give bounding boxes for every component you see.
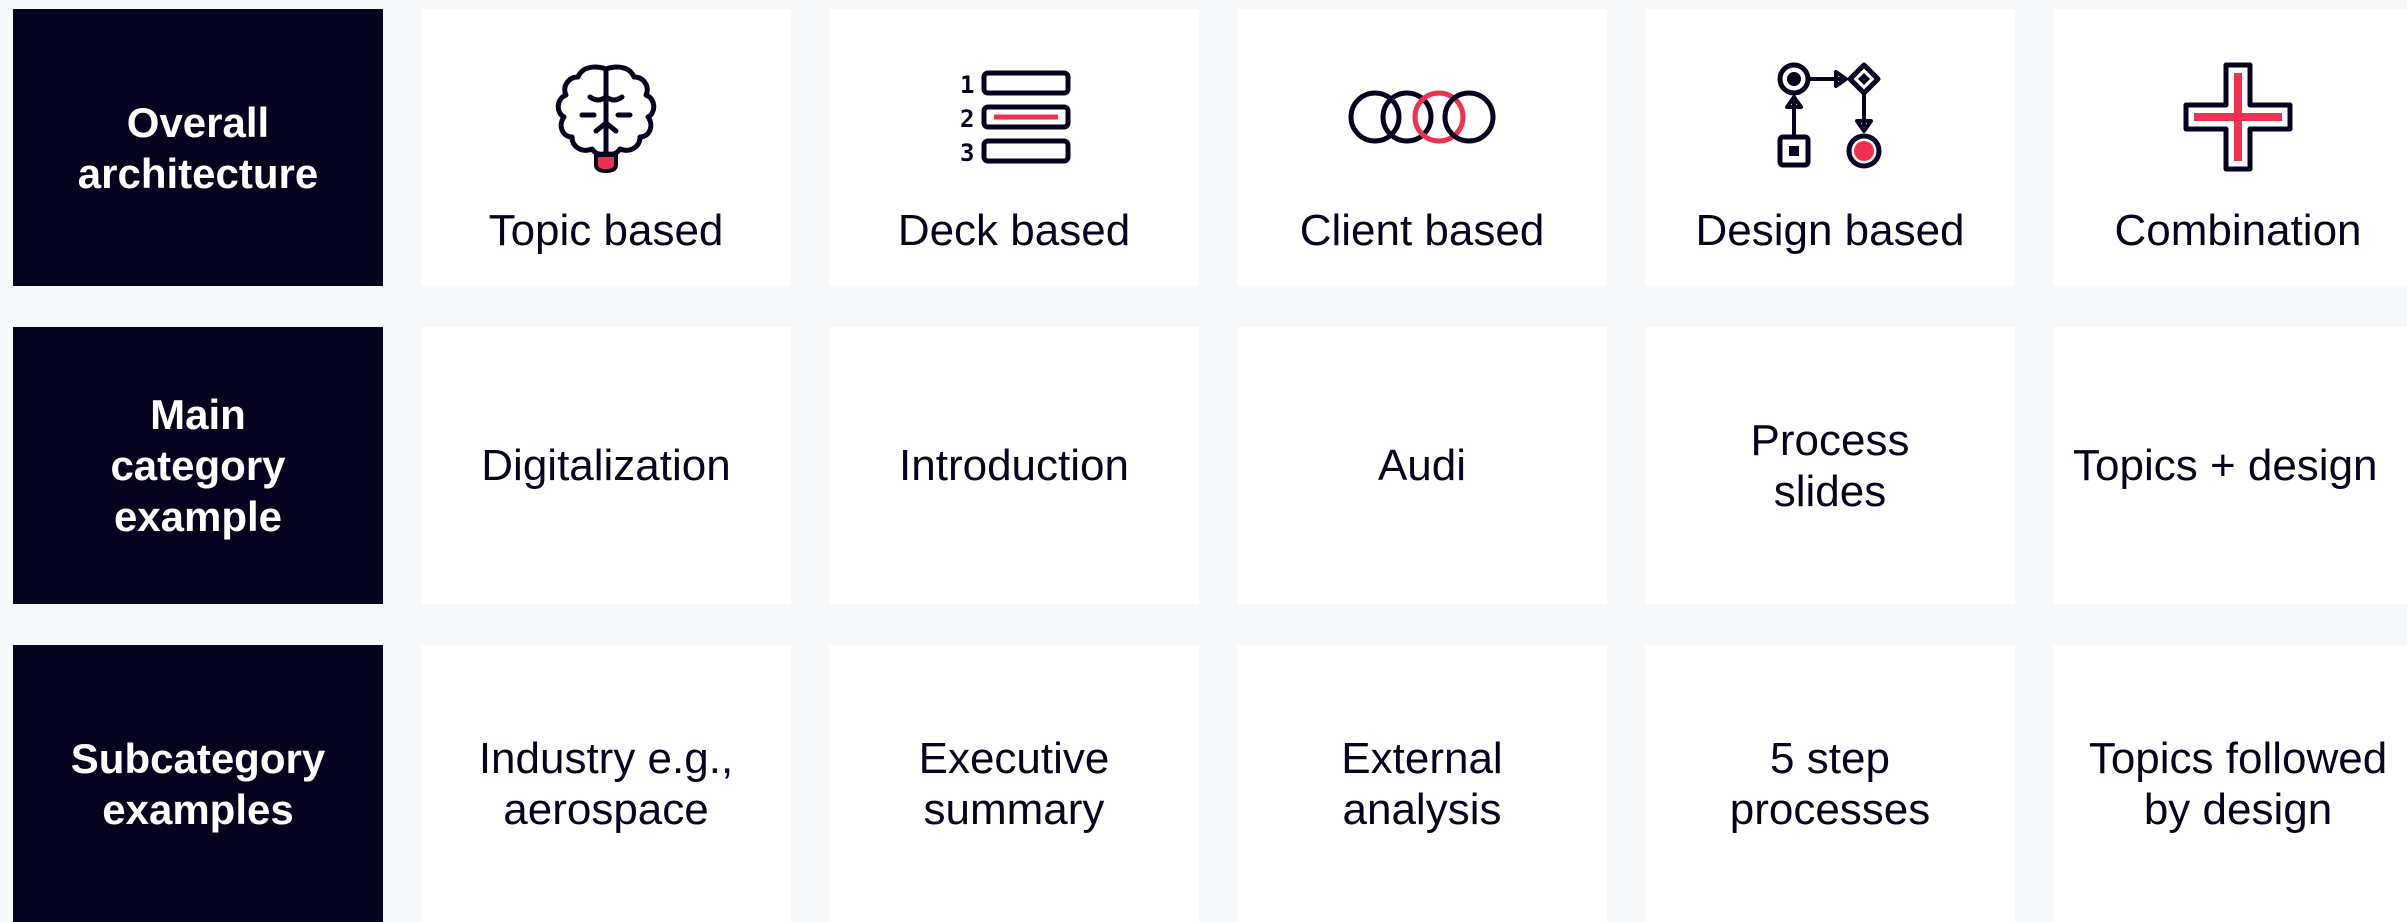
card-label: Topic based bbox=[488, 206, 724, 255]
svg-text:1: 1 bbox=[960, 71, 974, 99]
card-external-analysis[interactable]: External analysis bbox=[1237, 645, 1607, 922]
four-rings-icon bbox=[1348, 90, 1496, 144]
card-label: Combination bbox=[2114, 206, 2362, 255]
card-digitalization[interactable]: Digitalization bbox=[421, 327, 791, 604]
card-label: Client based bbox=[1299, 206, 1545, 255]
card-industry-aerospace[interactable]: Industry e.g., aerospace bbox=[421, 645, 791, 922]
card-topic-based[interactable]: Topic based bbox=[421, 9, 791, 286]
svg-text:2: 2 bbox=[960, 105, 974, 133]
numbered-list-icon: 1 2 3 bbox=[960, 70, 1071, 167]
card-audi[interactable]: Audi bbox=[1237, 327, 1607, 604]
card-deck-based[interactable]: 1 2 3 Deck based bbox=[829, 9, 1199, 286]
brain-icon bbox=[555, 64, 657, 174]
card-process-slides[interactable]: Process slides bbox=[1645, 327, 2015, 604]
svg-text:3: 3 bbox=[960, 139, 974, 167]
card-five-step-processes[interactable]: 5 step processes bbox=[1645, 645, 2015, 922]
row-header-main-category-example: Main category example bbox=[13, 327, 383, 604]
card-topics-design[interactable]: Topics + design bbox=[2053, 327, 2407, 604]
card-topics-followed-by-design[interactable]: Topics followed by design bbox=[2053, 645, 2407, 922]
card-label: Design based bbox=[1695, 206, 1965, 255]
row-header-overall-architecture: Overall architecture bbox=[13, 9, 383, 286]
card-executive-summary[interactable]: Executive summary bbox=[829, 645, 1199, 922]
card-label: Deck based bbox=[897, 206, 1131, 255]
architecture-grid: Overall architecture Topic based 1 2 3 D… bbox=[13, 9, 2407, 922]
card-client-based[interactable]: Client based bbox=[1237, 9, 1607, 286]
card-design-based[interactable]: Design based bbox=[1645, 9, 2015, 286]
flowchart-icon bbox=[1777, 62, 1882, 169]
plus-cross-icon bbox=[2183, 62, 2293, 172]
card-combination[interactable]: Combination bbox=[2053, 9, 2407, 286]
row-header-subcategory-examples: Subcategory examples bbox=[13, 645, 383, 922]
card-introduction[interactable]: Introduction bbox=[829, 327, 1199, 604]
